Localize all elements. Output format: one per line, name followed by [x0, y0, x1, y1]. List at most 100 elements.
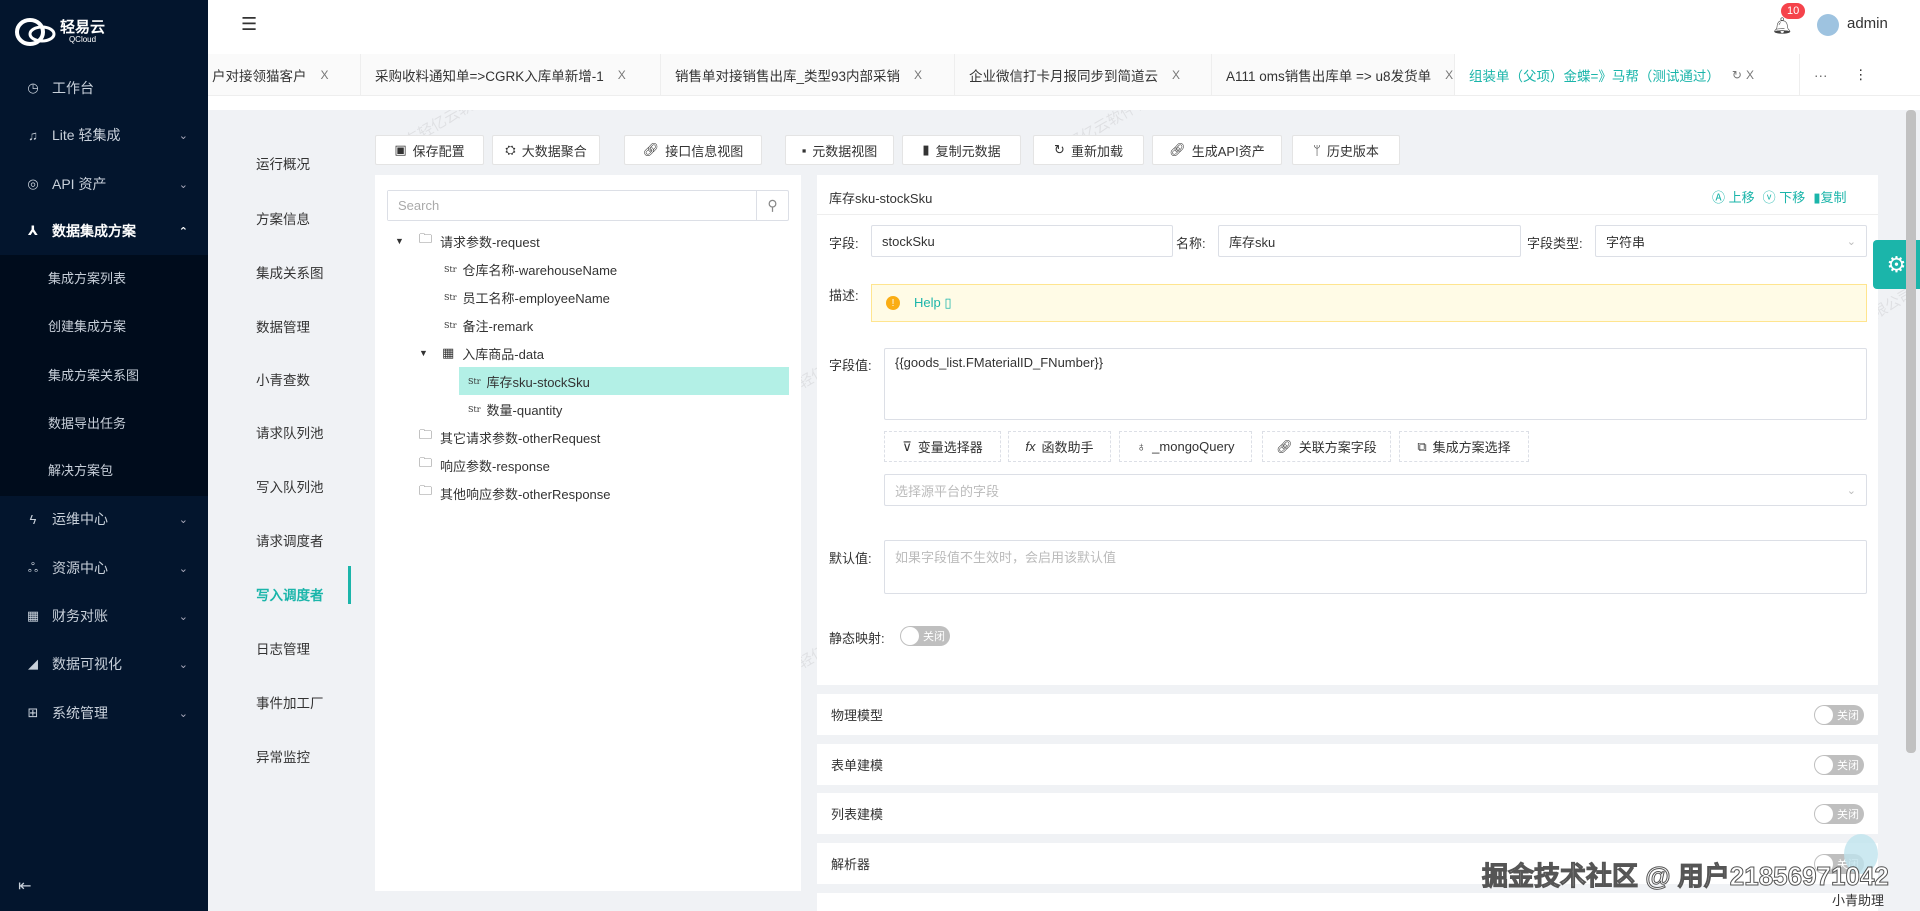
sidebar-item-integration[interactable]: ⅄数据集成方案⌃: [0, 208, 208, 254]
move-down-button[interactable]: ⓥ 下移: [1763, 187, 1806, 206]
tab-more-button[interactable]: ···: [1800, 54, 1840, 96]
search-input[interactable]: [388, 191, 756, 220]
variable-selector-button[interactable]: ⊽变量选择器: [884, 431, 1001, 462]
bell-icon[interactable]: 🔔︎: [1772, 16, 1792, 36]
tree-node-label: 数量-quantity: [487, 400, 563, 419]
related-field-button[interactable]: 🔗︎关联方案字段: [1262, 431, 1391, 462]
solution-nav-item[interactable]: 事件加工厂: [256, 692, 356, 712]
tree-node-selected[interactable]: Str库存sku-stockSku: [459, 367, 789, 395]
section-physical-model[interactable]: 物理模型关闭: [817, 694, 1878, 735]
close-icon[interactable]: X: [618, 68, 626, 82]
close-icon[interactable]: X: [1172, 68, 1180, 82]
solution-nav-item[interactable]: 数据管理: [256, 316, 356, 336]
solution-nav-item[interactable]: 请求队列池: [256, 422, 356, 442]
reload-button[interactable]: ↻重新加载: [1033, 135, 1144, 165]
solution-select-button[interactable]: ⧉集成方案选择: [1399, 431, 1529, 462]
tab[interactable]: 采购收料通知单=>CGRK入库单新增-1X: [361, 54, 661, 96]
solution-nav-item[interactable]: 方案信息: [256, 208, 356, 228]
sidebar-item-label: 运维中心: [52, 509, 108, 529]
tree-node[interactable]: Str备注-remark: [375, 311, 801, 339]
submenu-item[interactable]: 数据导出任务: [0, 400, 208, 448]
generate-api-button[interactable]: 🔗︎生成API资产: [1152, 135, 1282, 165]
close-icon[interactable]: X: [1746, 68, 1754, 82]
source-field-select[interactable]: 选择源平台的字段⌄: [884, 474, 1867, 506]
sidebar-item-ops[interactable]: ϟ运维中心⌄: [0, 496, 208, 542]
submenu-item[interactable]: 集成方案列表: [0, 255, 208, 303]
close-icon[interactable]: X: [914, 68, 922, 82]
logo[interactable]: 轻易云QCloud: [14, 14, 105, 50]
switch-knob: [901, 627, 919, 645]
field-input[interactable]: stockSku: [871, 225, 1173, 257]
section-switch[interactable]: 关闭: [1814, 705, 1864, 725]
sidebar-item-resources[interactable]: ஃ资源中心⌄: [0, 545, 208, 591]
tree-node[interactable]: 🗀响应参数-response: [375, 451, 801, 479]
tab[interactable]: A111 oms销售出库单 => u8发货单X: [1212, 54, 1455, 96]
solution-nav-item[interactable]: 日志管理: [256, 638, 356, 658]
solution-nav-item[interactable]: 运行概况: [256, 153, 356, 173]
tab-active[interactable]: 组装单（父项）金蝶=》马帮（测试通过）↻X: [1455, 54, 1800, 96]
tree-node[interactable]: 🗀其它请求参数-otherRequest: [375, 423, 801, 451]
type-select[interactable]: 字符串⌄: [1595, 225, 1867, 257]
section-partial[interactable]: [817, 893, 1878, 911]
assistant-label[interactable]: 小青助理: [1832, 890, 1884, 909]
close-icon[interactable]: X: [321, 68, 329, 82]
close-icon[interactable]: X: [1445, 68, 1453, 82]
solution-nav-item[interactable]: 集成关系图: [256, 262, 356, 282]
sidebar-item-workbench[interactable]: ◷工作台: [0, 65, 208, 111]
copy-metadata-button[interactable]: ▮复制元数据: [902, 135, 1021, 165]
tab[interactable]: 企业微信打卡月报同步到简道云X: [955, 54, 1212, 96]
scrollbar[interactable]: [1906, 110, 1916, 753]
tree-node[interactable]: Str仓库名称-warehouseName: [375, 255, 801, 283]
history-button[interactable]: ᛘ历史版本: [1292, 135, 1400, 165]
user-name[interactable]: admin: [1847, 15, 1888, 32]
tree-node[interactable]: Str员工名称-employeeName: [375, 283, 801, 311]
refresh-icon[interactable]: ↻: [1732, 68, 1742, 82]
solution-nav-item[interactable]: 异常监控: [256, 746, 356, 766]
default-textarea[interactable]: 如果字段值不生效时，会启用该默认值: [884, 540, 1867, 594]
sidebar-item-system[interactable]: ⊞系统管理⌄: [0, 690, 208, 736]
function-helper-button[interactable]: fx函数助手: [1008, 431, 1111, 462]
static-mapping-switch[interactable]: 关闭: [900, 626, 950, 646]
avatar[interactable]: [1817, 14, 1839, 36]
sidebar-item-api[interactable]: ◎API 资产⌄: [0, 161, 208, 207]
submenu-item[interactable]: 解决方案包: [0, 447, 208, 495]
help-link[interactable]: Help ▯: [914, 295, 952, 311]
tab[interactable]: 销售单对接销售出库_类型93内部采销X: [661, 54, 955, 96]
tab[interactable]: 户对接领猫客户X: [208, 54, 361, 96]
metadata-view-button[interactable]: ▪元数据视图: [785, 135, 894, 165]
submenu-item[interactable]: 创建集成方案: [0, 303, 208, 351]
section-switch[interactable]: 关闭: [1814, 804, 1864, 824]
mongo-query-button[interactable]: ♁_mongoQuery: [1119, 431, 1252, 462]
tree-node[interactable]: ▼▦入库商品-data: [375, 339, 801, 367]
notification-badge: 10: [1781, 3, 1805, 19]
solution-nav-item[interactable]: 小青查数: [256, 369, 356, 389]
save-config-button[interactable]: ▣保存配置: [375, 135, 484, 165]
name-input[interactable]: 库存sku: [1218, 225, 1521, 257]
sidebar-item-lite[interactable]: ♫Lite 轻集成⌄: [0, 112, 208, 158]
more-vertical-icon[interactable]: ⋮: [1840, 54, 1870, 96]
search-icon[interactable]: ⚲: [756, 191, 788, 220]
section-list-model[interactable]: 列表建模关闭: [817, 793, 1878, 834]
tree-node[interactable]: Str数量-quantity: [375, 395, 801, 423]
caret-down-icon[interactable]: ▼: [395, 236, 407, 246]
solution-nav-item[interactable]: 写入调度者: [256, 584, 356, 604]
solution-nav-item[interactable]: 写入队列池: [256, 476, 356, 496]
copy-button[interactable]: ▮复制: [1813, 187, 1846, 206]
section-form-model[interactable]: 表单建模关闭: [817, 744, 1878, 785]
menu-toggle-icon[interactable]: ☰: [241, 14, 257, 35]
collapse-menu-icon[interactable]: ⇤: [18, 876, 31, 896]
sidebar-item-visualization[interactable]: ◢数据可视化⌄: [0, 641, 208, 687]
interface-view-button[interactable]: 🔗︎接口信息视图: [624, 135, 762, 165]
move-up-button[interactable]: Ⓐ 上移: [1712, 187, 1755, 206]
caret-down-icon[interactable]: ▼: [419, 348, 431, 358]
value-textarea[interactable]: {{goods_list.FMaterialID_FNumber}}: [884, 348, 1867, 420]
apps-icon: ⊞: [24, 705, 42, 721]
tree-node[interactable]: 🗀其他响应参数-otherResponse: [375, 479, 801, 507]
section-switch[interactable]: 关闭: [1814, 755, 1864, 775]
big-data-aggregate-button[interactable]: ⛭大数据聚合: [492, 135, 600, 165]
sidebar-item-finance[interactable]: ▦财务对账⌄: [0, 593, 208, 639]
solution-nav-item[interactable]: 请求调度者: [256, 530, 356, 550]
default-label: 默认值:: [829, 548, 872, 567]
submenu-item[interactable]: 集成方案关系图: [0, 352, 208, 400]
tree-node[interactable]: ▼🗀请求参数-request: [375, 227, 801, 255]
